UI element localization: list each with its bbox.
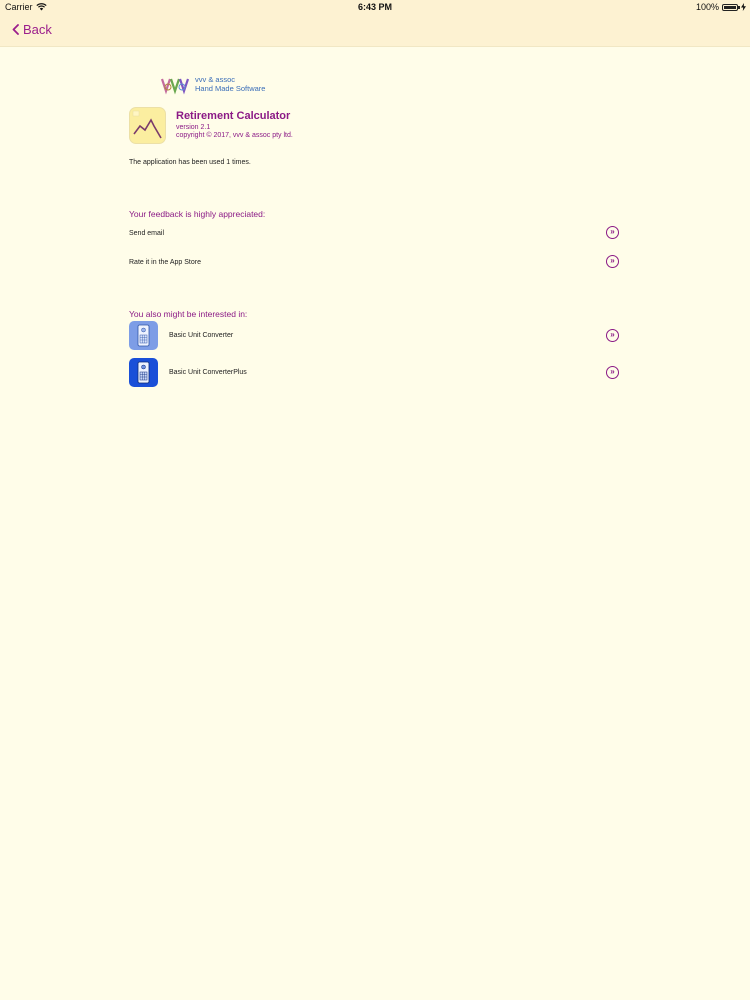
battery-indicator: 100% xyxy=(696,2,746,12)
related-app-label: Basic Unit Converter xyxy=(169,332,234,339)
calculator-app-icon xyxy=(129,358,158,387)
battery-percent: 100% xyxy=(695,2,719,12)
send-email-row[interactable]: Send email » xyxy=(129,219,619,248)
company-name: vvv & assoc xyxy=(195,75,236,84)
double-chevron-right-icon[interactable]: » xyxy=(606,226,619,239)
app-title: Retirement Calculator xyxy=(176,110,291,122)
chevron-left-icon xyxy=(12,24,19,35)
status-time: 6:43 PM xyxy=(357,2,392,12)
battery-icon xyxy=(722,3,740,11)
retirement-chart-app-icon xyxy=(129,107,166,144)
app-title-block: Retirement Calculator version 2.1 copyri… xyxy=(176,110,293,140)
send-email-label: Send email xyxy=(129,230,165,237)
about-content: vvv & assoc Hand Made Software Retiremen… xyxy=(129,74,619,393)
double-chevron-right-icon[interactable]: » xyxy=(606,255,619,268)
related-app-row-basic-unit-converterplus[interactable]: Basic Unit ConverterPlus » xyxy=(129,356,619,393)
company-branding: vvv & assoc Hand Made Software xyxy=(160,74,619,98)
navigation-bar: Back xyxy=(0,14,750,47)
app-version: version 2.1 xyxy=(176,124,211,131)
rate-app-row[interactable]: Rate it in the App Store » xyxy=(129,248,619,277)
app-copyright: copyright © 2017, vvv & assoc pty ltd. xyxy=(176,132,293,139)
related-app-label: Basic Unit ConverterPlus xyxy=(169,369,247,376)
feedback-section-title: Your feedback is highly appreciated: xyxy=(129,209,266,219)
back-button[interactable]: Back xyxy=(12,22,52,37)
app-header: Retirement Calculator version 2.1 copyri… xyxy=(129,107,619,145)
vvv-logo-icon xyxy=(160,78,190,95)
double-chevron-right-icon[interactable]: » xyxy=(606,329,619,342)
charging-icon xyxy=(741,3,746,11)
company-tagline: Hand Made Software xyxy=(195,84,266,93)
calculator-app-icon xyxy=(129,321,158,350)
related-section-title: You also might be interested in: xyxy=(129,309,248,319)
related-app-row-basic-unit-converter[interactable]: Basic Unit Converter » xyxy=(129,319,619,356)
company-text: vvv & assoc Hand Made Software xyxy=(195,75,265,93)
usage-count-text: The application has been used 1 times. xyxy=(129,159,251,166)
rate-app-label: Rate it in the App Store xyxy=(129,259,201,266)
status-bar: Carrier 6:43 PM 100% xyxy=(0,0,750,14)
double-chevron-right-icon[interactable]: » xyxy=(606,366,619,379)
back-label: Back xyxy=(23,22,52,37)
